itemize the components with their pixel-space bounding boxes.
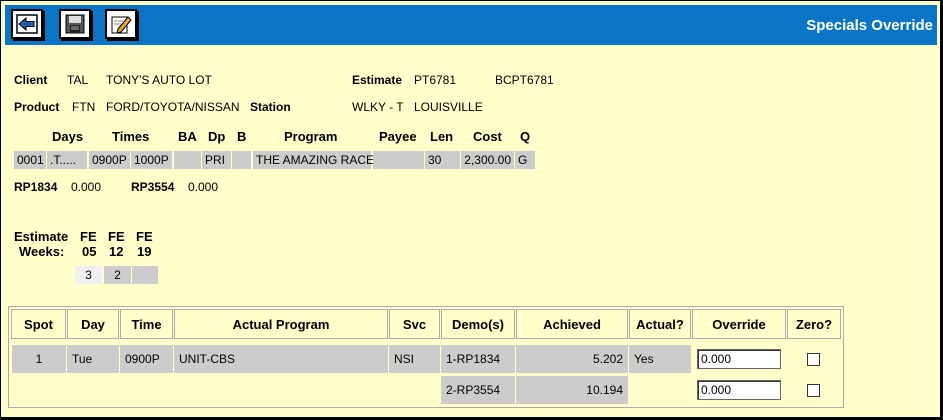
- week3-month: FE: [136, 229, 153, 244]
- estimate-code: PT6781: [414, 73, 457, 87]
- row1-spot: 1: [12, 345, 66, 373]
- col-header-days: Days: [52, 129, 84, 144]
- buy-line-number: 0001: [14, 151, 46, 169]
- station-label: Station: [250, 100, 291, 114]
- weeks-label-line2: Weeks:: [19, 244, 65, 259]
- product-name: FORD/TOYOTA/NISSAN: [106, 100, 240, 114]
- buy-len: 30: [425, 151, 460, 169]
- rating2-label: RP3554: [131, 180, 175, 194]
- page-title: Specials Override: [806, 17, 933, 34]
- buy-program: THE AMAZING RACE: [253, 151, 374, 169]
- main-window: Specials Override Client TAL TONY'S AUTO…: [0, 0, 941, 418]
- col-header-payee: Payee: [379, 129, 417, 144]
- col-header-program: Program: [284, 129, 338, 144]
- save-disk-icon: [65, 14, 85, 34]
- week2-day: 12: [109, 244, 124, 259]
- estimate-alt-code: BCPT6781: [495, 73, 554, 87]
- grid-header-time: Time: [120, 309, 173, 339]
- client-label: Client: [14, 73, 48, 87]
- week1-day: 05: [82, 244, 97, 259]
- title-bar: Specials Override: [5, 5, 937, 45]
- col-header-ba: BA: [178, 129, 197, 144]
- row2-achieved: 10.194: [516, 376, 628, 404]
- row1-actual-program: UNIT-CBS: [174, 345, 388, 373]
- product-code: FTN: [72, 100, 96, 114]
- row2-demo: 2-RP3554: [441, 376, 515, 404]
- arrow-left-icon: [16, 14, 38, 34]
- grid-header-actual-program: Actual Program: [174, 309, 388, 339]
- estimate-label: Estimate: [352, 73, 403, 87]
- grid-header-override: Override: [692, 309, 786, 339]
- rating1-value: 0.000: [71, 180, 102, 194]
- grid-header-zero: Zero?: [787, 309, 841, 339]
- buy-q: G: [515, 151, 535, 169]
- week1-month: FE: [80, 229, 97, 244]
- save-button[interactable]: [59, 9, 91, 39]
- station-code: WLKY - T: [352, 100, 404, 114]
- weeks-label-line1: Estimate: [14, 229, 69, 244]
- col-header-len: Len: [430, 129, 454, 144]
- row2-zero-checkbox[interactable]: [807, 384, 820, 397]
- grid-header-spot: Spot: [11, 309, 66, 339]
- row1-zero-checkbox[interactable]: [807, 353, 820, 366]
- row1-svc: NSI: [389, 345, 440, 373]
- buy-end-time: 1000P: [131, 151, 172, 169]
- grid-header-day: Day: [67, 309, 119, 339]
- buy-dp: PRI: [202, 151, 231, 169]
- row1-override-input[interactable]: [697, 349, 781, 369]
- grid-header-actual: Actual?: [629, 309, 691, 339]
- week2-month: FE: [108, 229, 125, 244]
- row1-day: Tue: [67, 345, 119, 373]
- row1-actual: Yes: [629, 345, 691, 373]
- week2-spots: 2: [104, 266, 131, 284]
- back-button[interactable]: [11, 9, 43, 39]
- buy-cost: 2,300.00: [461, 151, 514, 169]
- rating2-value: 0.000: [188, 180, 219, 194]
- grid-header-svc: Svc: [389, 309, 440, 339]
- row1-time: 0900P: [120, 345, 173, 373]
- product-label: Product: [14, 100, 60, 114]
- client-name: TONY'S AUTO LOT: [106, 73, 212, 87]
- grid-header-demos: Demo(s): [441, 309, 515, 339]
- edit-pencil-icon: [111, 16, 132, 34]
- col-header-b: B: [237, 129, 247, 144]
- buy-payee: [373, 151, 424, 169]
- station-city: LOUISVILLE: [414, 100, 483, 114]
- row1-achieved: 5.202: [516, 345, 628, 373]
- buy-start-time: 0900P: [89, 151, 130, 169]
- buy-b: [232, 151, 251, 169]
- col-header-q: Q: [520, 129, 531, 144]
- week3-day: 19: [137, 244, 152, 259]
- col-header-dp: Dp: [208, 129, 226, 144]
- grid-header-achieved: Achieved: [516, 309, 628, 339]
- row2-override-input[interactable]: [697, 380, 781, 400]
- col-header-times: Times: [112, 129, 150, 144]
- buy-days: .T.....: [47, 151, 87, 169]
- rating1-label: RP1834: [14, 180, 58, 194]
- col-header-cost: Cost: [473, 129, 502, 144]
- week3-spots: [132, 266, 158, 284]
- edit-button[interactable]: [105, 9, 137, 39]
- week1-spots: 3: [75, 266, 102, 284]
- buy-ba: [174, 151, 201, 169]
- client-code: TAL: [67, 73, 89, 87]
- row1-demo: 1-RP1834: [441, 345, 515, 373]
